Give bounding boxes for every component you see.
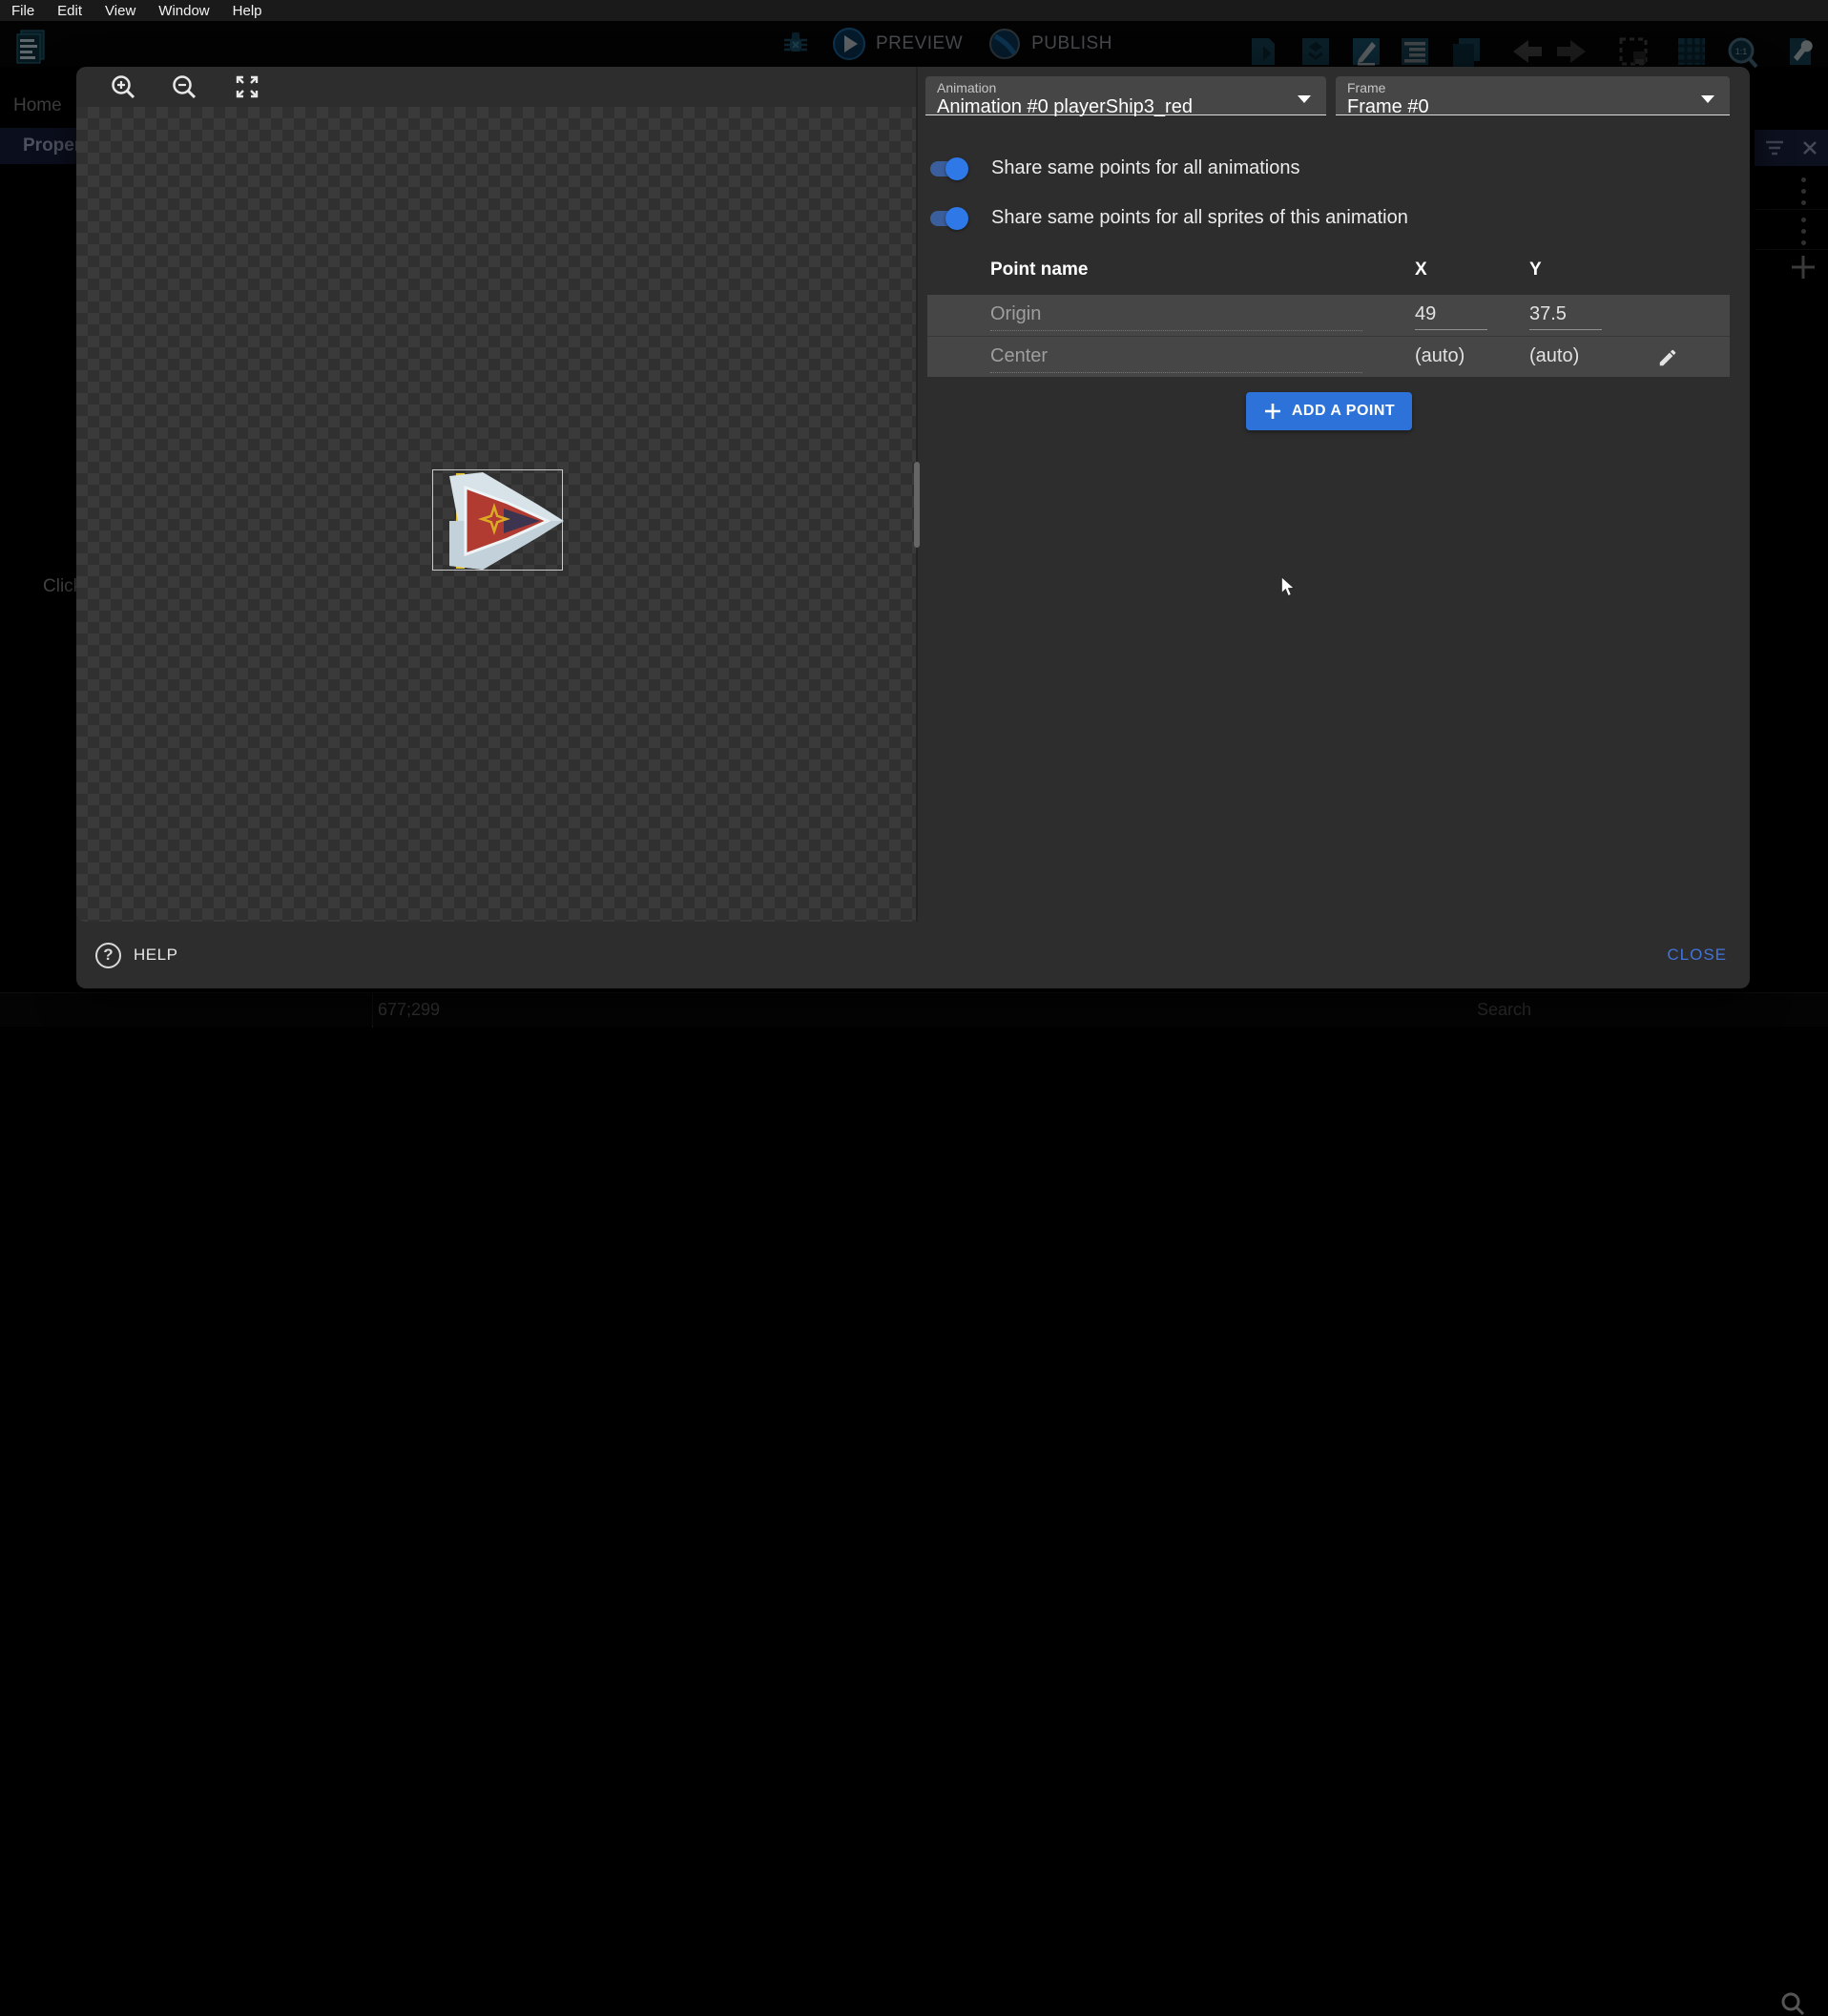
close-button[interactable]: CLOSE [1667, 946, 1727, 965]
plus-icon [1263, 402, 1282, 421]
points-table-header: Point name X Y [918, 260, 1730, 288]
point-x-value: (auto) [1415, 345, 1487, 367]
table-row-center: Center (auto) (auto) [927, 336, 1730, 377]
animation-select-label: Animation [937, 80, 1315, 95]
add-point-label: ADD A POINT [1292, 403, 1395, 420]
column-x: X [1415, 260, 1427, 281]
menu-edit[interactable]: Edit [46, 3, 93, 19]
frame-select[interactable]: Frame Frame #0 [1336, 76, 1730, 115]
dialog-footer: ? HELP CLOSE [76, 922, 1750, 988]
menu-help[interactable]: Help [221, 3, 274, 19]
sprite-bounds-box[interactable] [432, 469, 563, 571]
share-points-animations-toggle[interactable] [930, 161, 966, 177]
point-y-value: (auto) [1529, 345, 1602, 367]
point-name-field: Origin [990, 303, 1362, 331]
chevron-down-icon [1298, 95, 1311, 103]
point-x-input[interactable]: 49 [1415, 303, 1487, 330]
zoom-in-icon[interactable] [109, 73, 137, 101]
chevron-down-icon [1701, 95, 1714, 103]
frame-select-label: Frame [1347, 80, 1718, 95]
search-icon[interactable] [1780, 1991, 1805, 2016]
help-button[interactable]: ? HELP [95, 943, 177, 968]
point-y-input[interactable]: 37.5 [1529, 303, 1602, 330]
share-points-sprites-toggle[interactable] [930, 211, 966, 226]
zoom-out-icon[interactable] [170, 73, 198, 101]
menu-bar: File Edit View Window Help [0, 0, 1828, 21]
help-label: HELP [134, 946, 177, 965]
mouse-cursor [1278, 576, 1298, 597]
toggle-label: Share same points for all animations [991, 157, 1300, 179]
help-icon: ? [95, 943, 121, 968]
animation-select-value: Animation #0 playerShip3_red [937, 96, 1315, 118]
canvas-toolbar [76, 67, 916, 107]
column-y: Y [1529, 260, 1542, 281]
points-panel: Animation Animation #0 playerShip3_red F… [918, 67, 1750, 922]
point-name-field: Center [990, 345, 1362, 373]
fit-to-screen-icon[interactable] [233, 73, 261, 101]
toggle-label: Share same points for all sprites of thi… [991, 207, 1408, 229]
menu-view[interactable]: View [93, 3, 147, 19]
frame-select-value: Frame #0 [1347, 96, 1718, 118]
edit-points-dialog: Animation Animation #0 playerShip3_red F… [76, 67, 1750, 988]
menu-window[interactable]: Window [147, 3, 220, 19]
add-point-button[interactable]: ADD A POINT [1246, 392, 1412, 430]
animation-select[interactable]: Animation Animation #0 playerShip3_red [925, 76, 1326, 115]
table-row-origin: Origin 49 37.5 [927, 295, 1730, 336]
column-point-name: Point name [990, 260, 1088, 281]
menu-file[interactable]: File [0, 3, 46, 19]
player-ship-sprite [433, 470, 564, 572]
edit-point-icon[interactable] [1654, 344, 1681, 371]
